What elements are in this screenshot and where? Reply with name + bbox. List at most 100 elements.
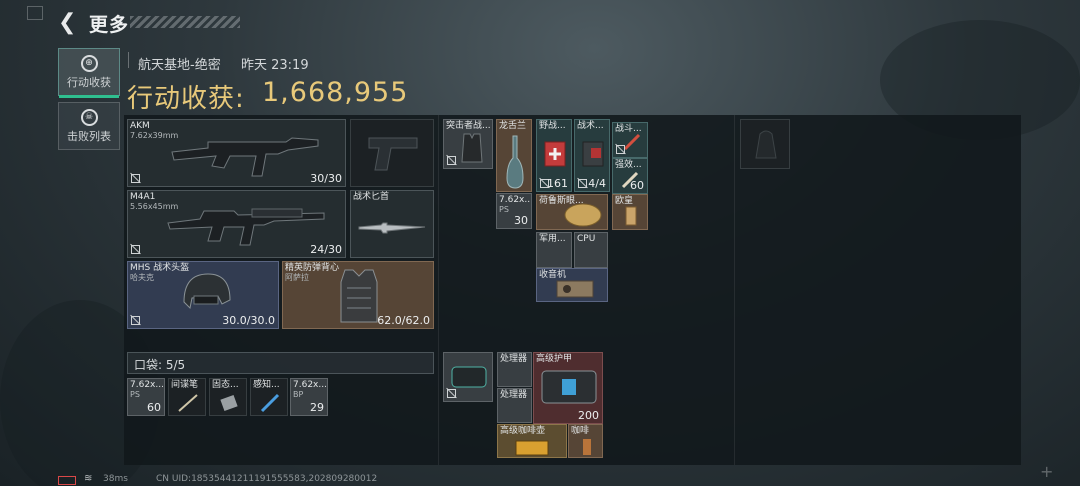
rig-item[interactable]: 欧皇 xyxy=(612,194,648,230)
armor-slot[interactable]: 精英防弹背心 阿萨拉 62.0/62.0 xyxy=(282,261,434,329)
coffee-icon xyxy=(583,439,591,455)
pocket-label: 口袋: xyxy=(134,358,163,372)
backpack-item[interactable]: 高级咖啡壶 xyxy=(497,424,567,458)
weapon-ammo-count: 24/30 xyxy=(310,243,342,256)
crosshair-icon: ⊕ xyxy=(80,55,98,72)
knife-icon xyxy=(358,222,426,234)
pocket-item[interactable]: 7.62x... PS 60 xyxy=(127,378,165,416)
bottle-icon xyxy=(625,206,637,226)
lock-icon xyxy=(616,145,625,154)
weapon-ammo-count: 30/30 xyxy=(310,172,342,185)
item-name: 处理器 xyxy=(500,354,528,364)
item-qty: 4/4 xyxy=(588,177,606,190)
tab-loot-label: 行动收获 xyxy=(67,76,111,89)
item-qty: 161 xyxy=(547,177,568,190)
pocket-item[interactable]: 7.62x... BP 29 xyxy=(290,378,328,416)
item-name: 野战... xyxy=(539,121,566,131)
ping-text: 38ms xyxy=(103,474,128,484)
rig-name: 突击者战... xyxy=(446,121,491,131)
rig-item[interactable]: CPU xyxy=(574,232,608,268)
back-arrow-icon[interactable]: ❮ xyxy=(58,10,76,35)
page-title: 更多 xyxy=(89,14,130,36)
item-qty: 200 xyxy=(578,409,599,422)
item-qty: 60 xyxy=(147,401,161,414)
tactical-kit-icon xyxy=(582,141,604,167)
raid-map: 航天基地-绝密 xyxy=(138,58,221,73)
pocket-item[interactable]: 感知... xyxy=(250,378,288,416)
coffee-maker-icon xyxy=(515,440,549,456)
pistol-slot[interactable] xyxy=(350,119,434,187)
tab-active-indicator xyxy=(59,95,119,98)
item-sub: PS xyxy=(130,390,140,399)
rig-item[interactable]: 荷鲁斯眼... xyxy=(536,194,608,230)
backpack-item[interactable]: 处理器 xyxy=(497,388,532,423)
rig-item[interactable]: 战术... 4/4 xyxy=(574,119,610,192)
item-qty: 60 xyxy=(630,179,644,192)
lock-icon xyxy=(131,245,140,254)
artifact-icon xyxy=(564,203,602,227)
item-name: 处理器 xyxy=(500,390,528,400)
syringe-icon xyxy=(260,393,280,413)
loot-total-label: 行动收获: xyxy=(127,84,245,114)
info-divider xyxy=(128,52,129,68)
chest-rig-slot[interactable]: 突击者战... xyxy=(443,119,493,169)
primary-weapon-slot[interactable]: AKM 7.62x39mm 30/30 xyxy=(127,119,346,187)
rifle-icon xyxy=(171,137,319,177)
secondary-weapon-slot[interactable]: M4A1 5.56x45mm 24/30 xyxy=(127,190,346,258)
helmet-durability: 30.0/30.0 xyxy=(222,314,275,327)
backpack-icon xyxy=(451,366,487,388)
item-name: 军用... xyxy=(539,234,566,244)
rig-item[interactable]: 战斗... xyxy=(612,122,648,158)
item-qty: 30 xyxy=(514,214,528,227)
item-qty: 29 xyxy=(310,401,324,414)
backpack-item[interactable]: 处理器 xyxy=(497,352,532,387)
item-name: 龙舌兰 xyxy=(499,121,527,131)
tab-loot[interactable]: ⊕ 行动收获 xyxy=(58,48,120,98)
plus-icon: + xyxy=(1040,462,1054,481)
knife-slot[interactable]: 战术匕首 xyxy=(350,190,434,258)
backpack-item[interactable]: 高级护甲 200 xyxy=(533,352,603,424)
backpack-slot[interactable] xyxy=(443,352,493,402)
item-name: 固态... xyxy=(212,380,239,390)
item-name: 间谍笔 xyxy=(171,380,199,390)
battery-icon xyxy=(58,476,76,485)
helmet-slot[interactable]: MHS 战术头盔 哈夫克 30.0/30.0 xyxy=(127,261,279,329)
ssd-icon xyxy=(220,394,238,412)
medkit-icon xyxy=(544,141,566,167)
rig-item[interactable]: 7.62x... PS 30 xyxy=(496,193,532,229)
raid-time: 昨天 23:19 xyxy=(241,58,309,73)
backpack-item[interactable]: 咖啡 xyxy=(568,424,603,458)
pocket-item[interactable]: 间谍笔 xyxy=(168,378,206,416)
item-name: 感知... xyxy=(253,380,280,390)
tab-kills[interactable]: ☠ 击败列表 xyxy=(58,102,120,150)
skull-icon: ☠ xyxy=(80,109,98,126)
item-name: CPU xyxy=(577,234,596,244)
rig-item[interactable]: 龙舌兰 xyxy=(496,119,532,192)
pen-icon xyxy=(178,394,198,412)
armor-brand: 阿萨拉 xyxy=(285,273,309,282)
empty-backpack-slot[interactable] xyxy=(740,119,790,169)
helmet-brand: 哈夫克 xyxy=(130,273,154,282)
item-sub: BP xyxy=(293,390,304,399)
lock-icon xyxy=(578,179,587,188)
rig-item[interactable]: 军用... xyxy=(536,232,572,268)
knife-name: 战术匕首 xyxy=(353,192,390,202)
pocket-item[interactable]: 固态... xyxy=(209,378,247,416)
item-name: 咖啡 xyxy=(571,426,590,436)
item-name: 高级护甲 xyxy=(536,354,573,364)
rig-item[interactable]: 野战... 161 xyxy=(536,119,572,192)
lock-icon xyxy=(447,389,456,398)
rig-item[interactable]: 收音机 xyxy=(536,268,608,302)
backpack-icon xyxy=(755,130,777,159)
pocket-header: 口袋: 5/5 xyxy=(127,352,434,374)
armor-durability: 62.0/62.0 xyxy=(377,314,430,327)
lock-icon xyxy=(131,316,140,325)
wifi-icon: ≋ xyxy=(84,473,93,484)
rig-item[interactable]: 强效... 60 xyxy=(612,158,648,194)
radio-icon xyxy=(556,280,594,298)
header-stripe-decoration xyxy=(130,16,240,28)
rifle-icon xyxy=(167,208,325,246)
loot-total-value: 1,668,955 xyxy=(262,77,409,108)
armor-case-icon xyxy=(541,370,597,404)
corner-marker xyxy=(27,6,43,20)
